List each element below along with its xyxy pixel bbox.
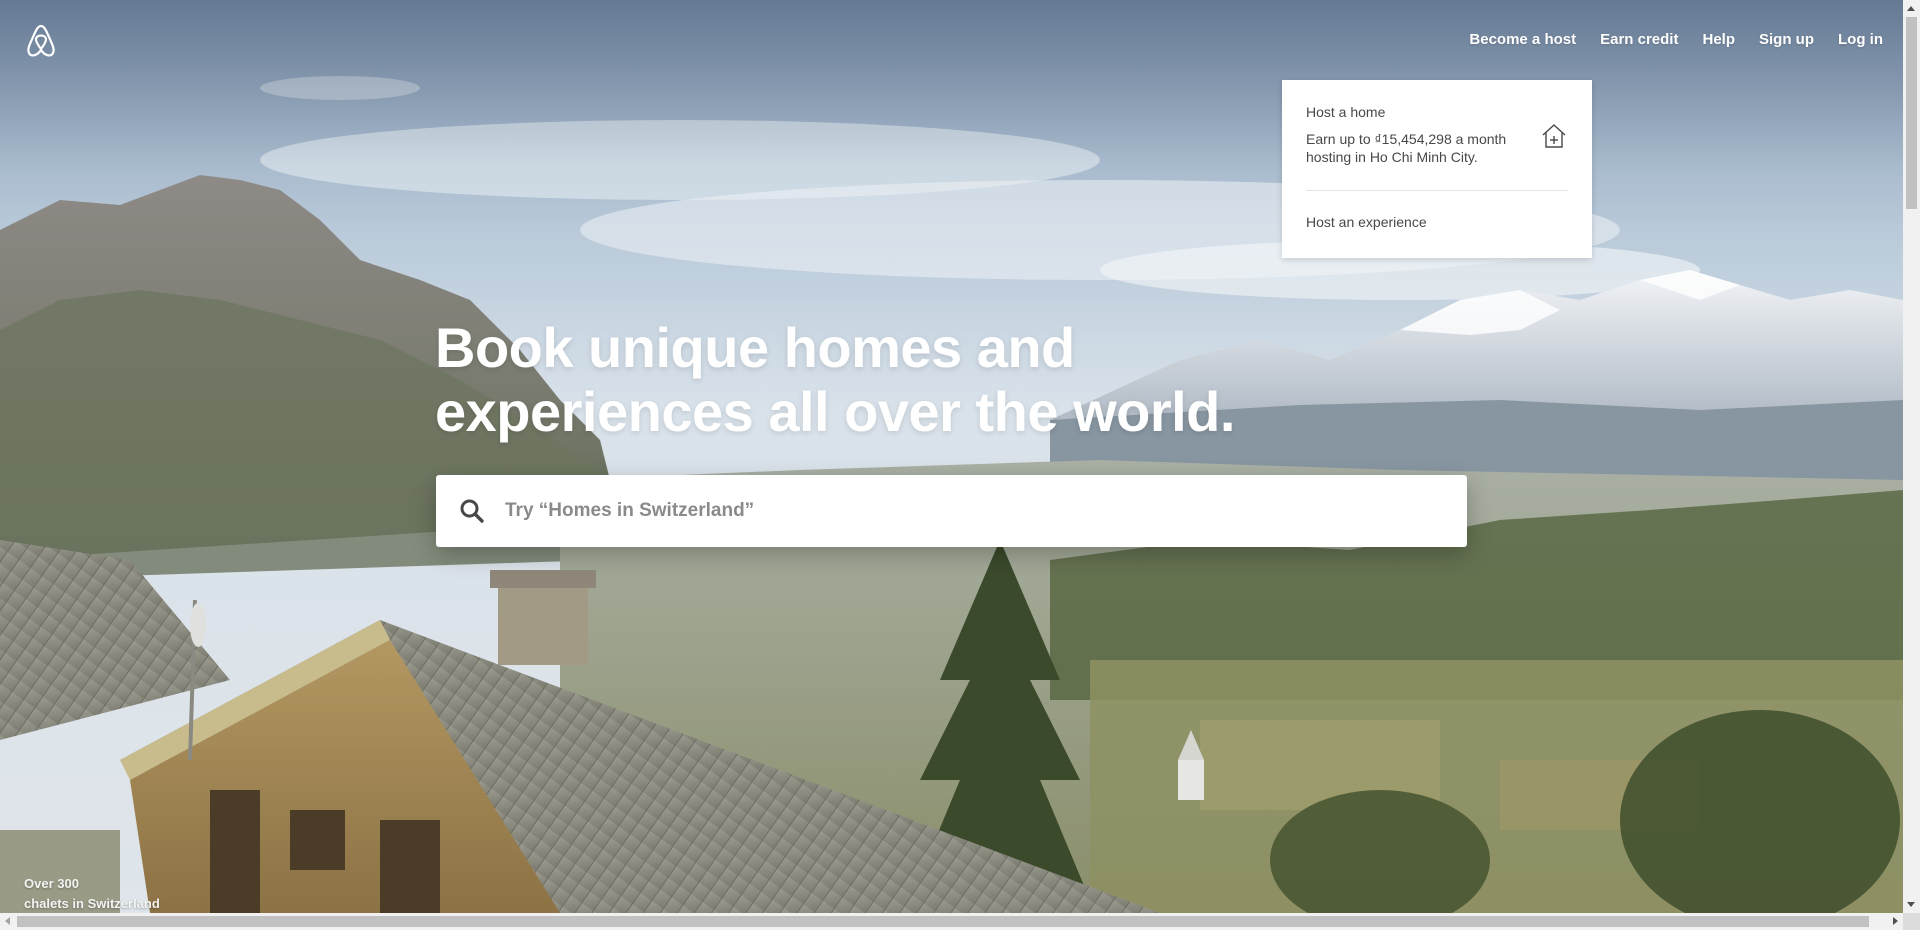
house-plus-icon [1540,122,1568,150]
host-a-home-description: Earn up to ₫15,454,298 a month hosting i… [1306,131,1507,165]
page-viewport: Become a host Earn credit Help Sign up L… [0,0,1903,913]
host-an-experience-item[interactable]: Host an experience [1306,214,1427,230]
nav-become-a-host[interactable]: Become a host [1457,0,1588,80]
photo-caption[interactable]: Over 300 chalets in Switzerland [24,874,160,913]
search-input[interactable] [503,499,1427,523]
search-bar[interactable] [436,475,1467,547]
scroll-down-arrow-icon[interactable] [1907,902,1915,907]
nav-log-in[interactable]: Log in [1826,0,1895,80]
hero-headline: Book unique homes and experiences all ov… [435,316,1235,443]
become-a-host-dropdown: Host a home Earn up to ₫15,454,298 a mon… [1282,80,1592,258]
host-a-home-title: Host a home [1306,104,1386,120]
caption-line-1: Over 300 [24,876,79,891]
nav-sign-up[interactable]: Sign up [1747,0,1826,80]
scroll-up-arrow-icon[interactable] [1907,6,1915,11]
scrollbar-corner [1903,913,1920,930]
scroll-right-arrow-icon[interactable] [1893,917,1898,925]
vertical-scroll-thumb[interactable] [1906,17,1917,209]
search-icon [459,498,485,524]
nav-earn-credit[interactable]: Earn credit [1588,0,1690,80]
caption-line-2: chalets in Switzerland [24,896,160,911]
horizontal-scroll-thumb[interactable] [17,916,1869,927]
scroll-left-arrow-icon[interactable] [5,917,10,925]
horizontal-scrollbar[interactable] [0,913,1903,930]
airbnb-logo-icon[interactable] [24,22,58,58]
host-a-home-item[interactable]: Host a home Earn up to ₫15,454,298 a mon… [1306,80,1568,191]
nav-help[interactable]: Help [1690,0,1747,80]
vertical-scrollbar[interactable] [1903,0,1920,913]
hero-background-image [0,0,1903,913]
top-nav: Become a host Earn credit Help Sign up L… [1457,0,1895,80]
